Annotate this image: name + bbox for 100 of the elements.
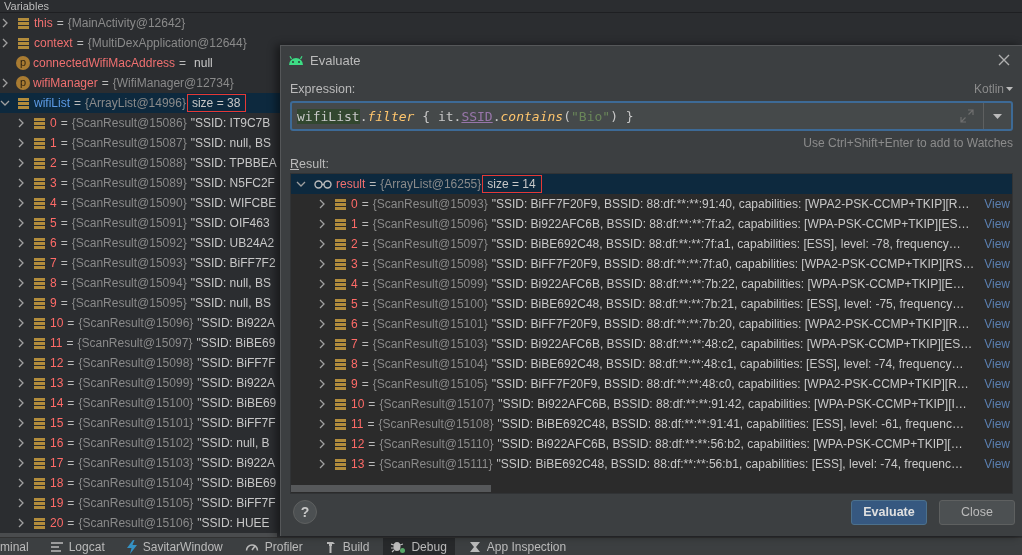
chevron-down-icon[interactable] xyxy=(0,98,10,108)
tree-row[interactable]: 16 = {ScanResult@15102} "SSID: null, B xyxy=(0,433,280,453)
tool-window-tab[interactable]: SavitarWindow xyxy=(118,538,231,555)
chevron-right-icon[interactable] xyxy=(317,459,327,469)
view-link[interactable]: View xyxy=(978,257,1010,271)
tree-row[interactable]: 13 = {ScanResult@15111} "SSID: BiBE692C48, BSSID: 88:df:**:**:56:b1, capabilities: [ESS], level: -74, frequenc… View xyxy=(291,454,1012,474)
chevron-right-icon[interactable] xyxy=(317,319,327,329)
tree-row[interactable]: wifiList = {ArrayList@14996} size = 38 xyxy=(0,93,280,113)
tool-window-tab[interactable]: minal xyxy=(0,538,37,555)
chevron-right-icon[interactable] xyxy=(0,78,10,88)
tree-row[interactable]: 5 = {ScanResult@15091} "SSID: OIF463 xyxy=(0,213,280,233)
tree-row[interactable]: context = {MultiDexApplication@12644} xyxy=(0,33,280,53)
view-link[interactable]: View xyxy=(978,237,1010,251)
tree-row[interactable]: 5 = {ScanResult@15100} "SSID: BiBE692C48, BSSID: 88:df:**:**:7b:21, capabilities: [ESS], level: -75, frequency… View xyxy=(291,294,1012,314)
chevron-right-icon[interactable] xyxy=(16,498,26,508)
tree-row[interactable]: 6 = {ScanResult@15092} "SSID: UB24A2 xyxy=(0,233,280,253)
tree-row[interactable]: 9 = {ScanResult@15095} "SSID: null, BS xyxy=(0,293,280,313)
chevron-right-icon[interactable] xyxy=(317,379,327,389)
tree-row[interactable]: 11 = {ScanResult@15108} "SSID: BiBE692C48, BSSID: 88:df:**:**:91:41, capabilities: [ESS], level: -61, frequenc… View xyxy=(291,414,1012,434)
tool-window-tab[interactable]: Logcat xyxy=(42,538,113,555)
tree-row[interactable]: 0 = {ScanResult@15093} "SSID: BiFF7F20F9, BSSID: 88:df:**:**:91:40, capabilities: [WPA2-PSK-CCMP+TKIP][R… View xyxy=(291,194,1012,214)
view-link[interactable]: View xyxy=(978,457,1010,471)
close-dialog-button[interactable]: Close xyxy=(939,499,1015,525)
chevron-right-icon[interactable] xyxy=(16,258,26,268)
tree-row[interactable]: 8 = {ScanResult@15094} "SSID: null, BS xyxy=(0,273,280,293)
tree-row[interactable]: 7 = {ScanResult@15093} "SSID: BiFF7F2 xyxy=(0,253,280,273)
view-link[interactable]: View xyxy=(978,397,1010,411)
tree-row[interactable]: 1 = {ScanResult@15096} "SSID: Bi922AFC6B, BSSID: 88:df:**:**:7f:a2, capabilities: [WPA-PSK-CCMP+TKIP][ES… View xyxy=(291,214,1012,234)
tree-row[interactable]: 9 = {ScanResult@15105} "SSID: BiFF7F20F9, BSSID: 88:df:**:**:48:c0, capabilities: [WPA2-PSK-CCMP+TKIP][R… View xyxy=(291,374,1012,394)
scrollbar[interactable] xyxy=(291,485,491,492)
chevron-right-icon[interactable] xyxy=(16,158,26,168)
tree-row[interactable]: 12 = {ScanResult@15110} "SSID: Bi922AFC6B, BSSID: 88:df:**:**:56:b2, capabilities: [WPA-PSK-CCMP+TKIP][… View xyxy=(291,434,1012,454)
chevron-right-icon[interactable] xyxy=(317,219,327,229)
chevron-right-icon[interactable] xyxy=(16,478,26,488)
tree-row[interactable]: 12 = {ScanResult@15098} "SSID: BiFF7F xyxy=(0,353,280,373)
tree-row[interactable]: this = {MainActivity@12642} xyxy=(0,13,280,33)
close-button[interactable] xyxy=(998,54,1010,66)
view-link[interactable]: View xyxy=(978,297,1010,311)
chevron-right-icon[interactable] xyxy=(16,338,26,348)
chevron-right-icon[interactable] xyxy=(16,298,26,308)
view-link[interactable]: View xyxy=(978,217,1010,231)
view-link[interactable]: View xyxy=(978,437,1010,451)
tree-row[interactable]: 18 = {ScanResult@15104} "SSID: BiBE69 xyxy=(0,473,280,493)
chevron-right-icon[interactable] xyxy=(0,38,10,48)
tree-row[interactable]: 3 = {ScanResult@15098} "SSID: BiFF7F20F9, BSSID: 88:df:**:**:7f:a0, capabilities: [WPA2-PSK-CCMP+TKIP][RS… View xyxy=(291,254,1012,274)
chevron-right-icon[interactable] xyxy=(317,239,327,249)
chevron-down-icon[interactable] xyxy=(296,179,306,189)
chevron-right-icon[interactable] xyxy=(16,198,26,208)
view-link[interactable]: View xyxy=(978,377,1010,391)
tree-row[interactable]: 10 = {ScanResult@15107} "SSID: Bi922AFC6B, BSSID: 88:df:**:**:91:42, capabilities: [WPA-PSK-CCMP+TKIP][I… View xyxy=(291,394,1012,414)
tree-row[interactable]: 2 = {ScanResult@15097} "SSID: BiBE692C48, BSSID: 88:df:**:**:7f:a1, capabilities: [ESS], level: -78, frequency… View xyxy=(291,234,1012,254)
chevron-right-icon[interactable] xyxy=(317,439,327,449)
tree-row[interactable]: 15 = {ScanResult@15101} "SSID: BiFF7F xyxy=(0,413,280,433)
chevron-right-icon[interactable] xyxy=(16,418,26,428)
tool-window-tab[interactable]: Debug xyxy=(383,538,455,555)
evaluate-button[interactable]: Evaluate xyxy=(851,499,927,525)
tree-row[interactable]: 11 = {ScanResult@15097} "SSID: BiBE69 xyxy=(0,333,280,353)
chevron-right-icon[interactable] xyxy=(317,199,327,209)
view-link[interactable]: View xyxy=(978,317,1010,331)
tree-row[interactable]: 20 = {ScanResult@15106} "SSID: HUEE xyxy=(0,513,280,533)
tree-row[interactable]: 13 = {ScanResult@15099} "SSID: Bi922A xyxy=(0,373,280,393)
tree-row[interactable]: 10 = {ScanResult@15096} "SSID: Bi922A xyxy=(0,313,280,333)
tree-row[interactable]: 14 = {ScanResult@15100} "SSID: BiBE69 xyxy=(0,393,280,413)
view-link[interactable]: View xyxy=(978,197,1010,211)
chevron-right-icon[interactable] xyxy=(16,458,26,468)
tree-row[interactable]: 19 = {ScanResult@15105} "SSID: BiFF7F xyxy=(0,493,280,513)
chevron-right-icon[interactable] xyxy=(317,399,327,409)
help-button[interactable]: ? xyxy=(293,500,317,524)
chevron-right-icon[interactable] xyxy=(317,339,327,349)
chevron-right-icon[interactable] xyxy=(16,318,26,328)
chevron-right-icon[interactable] xyxy=(317,279,327,289)
tree-row[interactable]: 4 = {ScanResult@15099} "SSID: Bi922AFC6B, BSSID: 88:df:**:**:7b:22, capabilities: [WPA-PSK-CCMP+TKIP][E… View xyxy=(291,274,1012,294)
tree-row[interactable]: 7 = {ScanResult@15103} "SSID: Bi922AFC6B, BSSID: 88:df:**:**:48:c2, capabilities: [WPA-PSK-CCMP+TKIP][ES… View xyxy=(291,334,1012,354)
tree-row[interactable]: 17 = {ScanResult@15103} "SSID: Bi922A xyxy=(0,453,280,473)
tree-row[interactable]: 2 = {ScanResult@15088} "SSID: TPBBEA xyxy=(0,153,280,173)
chevron-right-icon[interactable] xyxy=(16,178,26,188)
tree-row[interactable]: p wifiManager = {WifiManager@12734} xyxy=(0,73,280,93)
expression-field[interactable]: wifiList.filter { it.SSID.contains("Bio") } xyxy=(290,101,1013,131)
chevron-right-icon[interactable] xyxy=(317,359,327,369)
tool-window-tab[interactable]: Build xyxy=(316,538,378,555)
chevron-right-icon[interactable] xyxy=(317,259,327,269)
tree-row[interactable]: 1 = {ScanResult@15087} "SSID: null, BS xyxy=(0,133,280,153)
chevron-right-icon[interactable] xyxy=(317,299,327,309)
tree-row[interactable]: p connectedWifiMacAddress = null xyxy=(0,53,280,73)
chevron-right-icon[interactable] xyxy=(16,218,26,228)
chevron-right-icon[interactable] xyxy=(16,438,26,448)
tree-row[interactable]: 0 = {ScanResult@15086} "SSID: IT9C7B xyxy=(0,113,280,133)
tree-row[interactable]: 8 = {ScanResult@15104} "SSID: BiBE692C48, BSSID: 88:df:**:**:48:c1, capabilities: [ESS], level: -74, frequency… View xyxy=(291,354,1012,374)
chevron-right-icon[interactable] xyxy=(16,518,26,528)
tree-row[interactable]: result = {ArrayList@16255} size = 14 xyxy=(291,174,1012,194)
chevron-right-icon[interactable] xyxy=(16,138,26,148)
chevron-right-icon[interactable] xyxy=(16,278,26,288)
view-link[interactable]: View xyxy=(978,357,1010,371)
tool-window-tab[interactable]: Profiler xyxy=(236,538,311,555)
tree-row[interactable]: 4 = {ScanResult@15090} "SSID: WIFCBE xyxy=(0,193,280,213)
chevron-right-icon[interactable] xyxy=(317,419,327,429)
chevron-right-icon[interactable] xyxy=(16,398,26,408)
view-link[interactable]: View xyxy=(978,277,1010,291)
chevron-right-icon[interactable] xyxy=(16,238,26,248)
view-link[interactable]: View xyxy=(978,337,1010,351)
